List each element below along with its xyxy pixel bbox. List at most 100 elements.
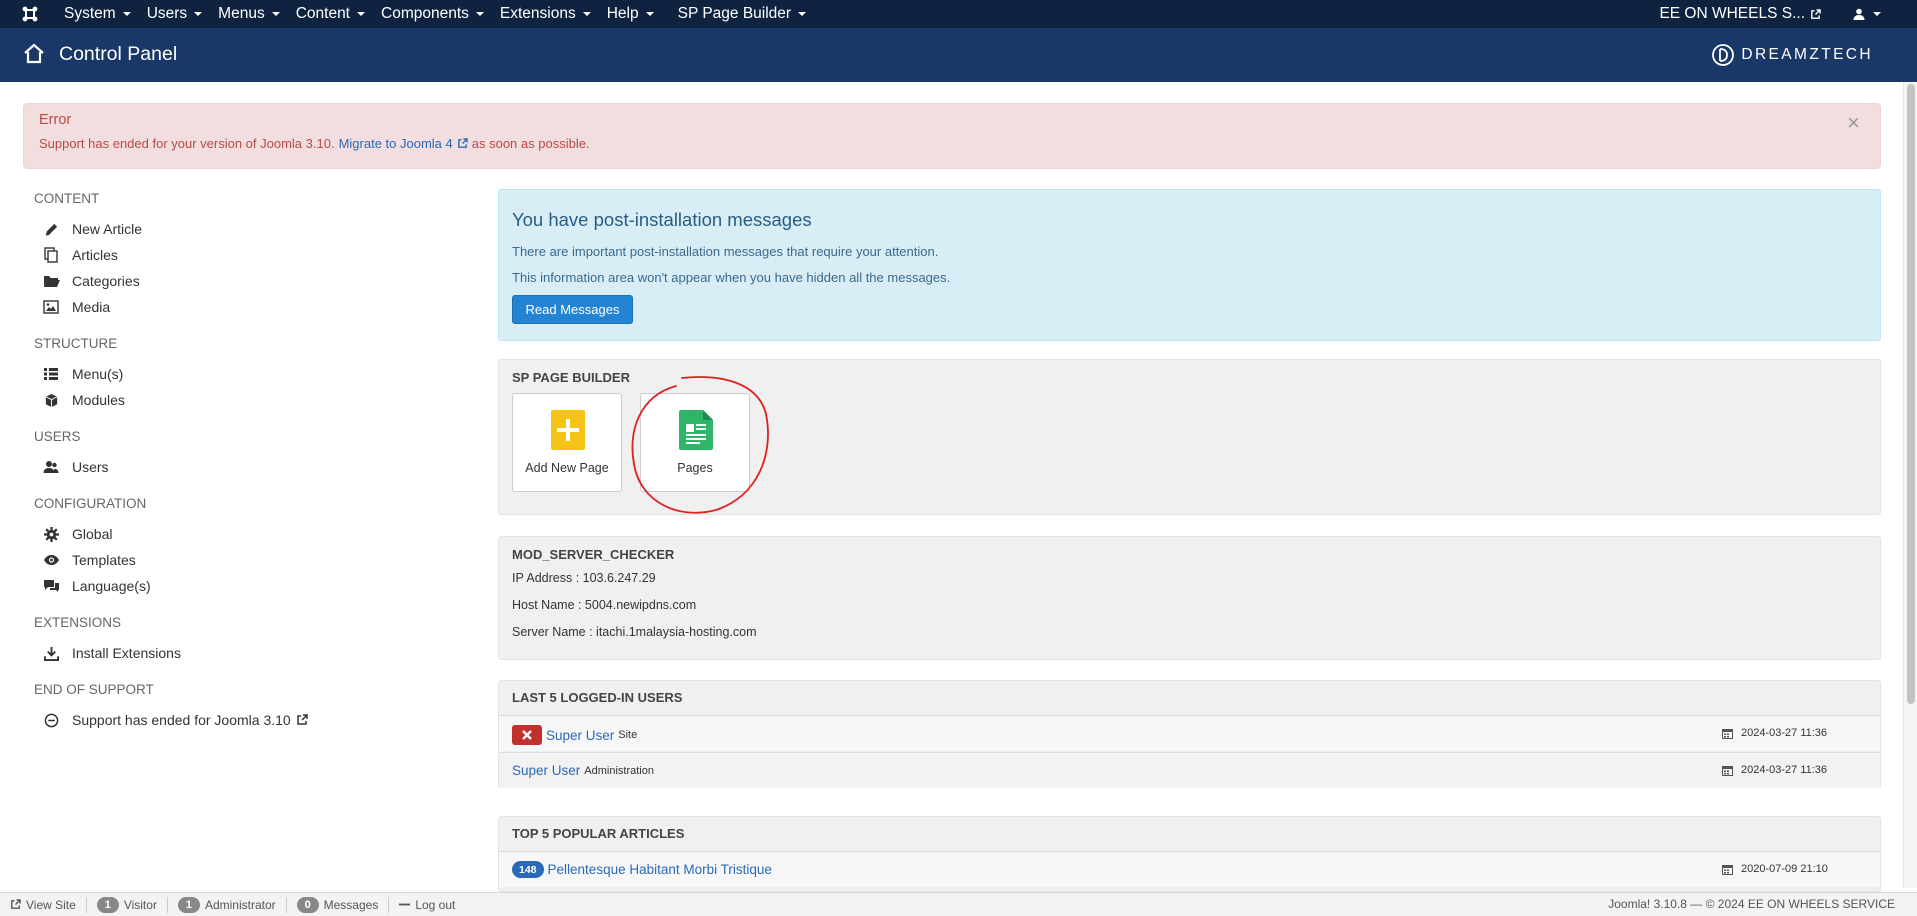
postinstall-title: You have post-installation messages — [512, 209, 812, 230]
alert-message-suffix: as soon as possible. — [471, 136, 590, 151]
calendar-icon — [1722, 765, 1733, 776]
site-link[interactable]: EE ON WHEELS S... — [1659, 5, 1853, 23]
server-checker-heading: MOD_SERVER_CHECKER — [512, 547, 675, 562]
table-row: Super User Site 2024-03-27 11:36 — [499, 715, 1880, 751]
close-icon[interactable]: × — [1847, 110, 1860, 136]
popular-articles-heading: TOP 5 POPULAR ARTICLES — [512, 826, 685, 841]
sp-page-builder-panel: SP PAGE BUILDER Add New Page Pages — [498, 359, 1881, 515]
pages-icon — [679, 410, 713, 450]
menu-label: Content — [295, 5, 350, 22]
sidebar-item-label: Modules — [72, 392, 125, 408]
user-menu[interactable] — [1853, 8, 1917, 20]
postinstall-note: This information area won't appear when … — [512, 270, 951, 285]
sidebar-item-label: Install Extensions — [72, 645, 181, 661]
server-name: Server Name : itachi.1malaysia-hosting.c… — [512, 625, 757, 639]
caret-down-icon — [194, 12, 203, 16]
admin-label: Administrator — [204, 897, 276, 912]
alert-title: Error — [39, 112, 72, 128]
scrollbar-thumb[interactable] — [1907, 84, 1915, 704]
eye-icon — [42, 552, 60, 568]
row-date: 2024-03-27 11:36 — [1722, 727, 1827, 739]
main-menu: System Users Menus Content Components Ex… — [60, 0, 818, 28]
menu-sp-page-builder[interactable]: SP Page Builder — [674, 5, 818, 23]
logout-label: Log out — [415, 897, 456, 912]
view-site-label: View Site — [26, 897, 76, 912]
sidebar-item-label: Language(s) — [72, 578, 151, 594]
sidebar-item-articles[interactable]: Articles — [42, 247, 118, 263]
menu-menus[interactable]: Menus — [214, 5, 292, 23]
page-header: Control Panel DREAMZTECH — [0, 28, 1917, 82]
sidebar-item-media[interactable]: Media — [42, 299, 110, 315]
sidebar-item-templates[interactable]: Templates — [42, 552, 136, 568]
sidebar-item-label: Articles — [72, 247, 118, 263]
logout-link[interactable]: Log out — [389, 897, 465, 913]
sidebar-item-menus[interactable]: Menu(s) — [42, 366, 123, 382]
visitor-count-badge: 1 — [96, 896, 119, 913]
vertical-scrollbar[interactable] — [1903, 82, 1917, 888]
sidebar-item-end-of-support[interactable]: Support has ended for Joomla 3.10 — [42, 712, 308, 728]
visitors-status[interactable]: 1 Visitor — [87, 896, 168, 913]
calendar-icon — [1722, 728, 1733, 739]
menu-label: Extensions — [499, 5, 576, 22]
administrators-status[interactable]: 1 Administrator — [168, 896, 287, 913]
sidebar-heading-extensions: EXTENSIONS — [34, 615, 122, 630]
sidebar-heading-configuration: CONFIGURATION — [34, 496, 147, 511]
external-link-icon — [457, 138, 468, 148]
logged-in-users-panel: LAST 5 LOGGED-IN USERS Super User Site 2… — [498, 680, 1881, 788]
user-link[interactable]: Super User — [512, 763, 580, 778]
menu-users[interactable]: Users — [143, 5, 214, 23]
user-icon — [1853, 8, 1865, 20]
sidebar-item-global[interactable]: Global — [42, 526, 112, 542]
user-link[interactable]: Super User — [546, 728, 614, 743]
menu-help[interactable]: Help — [603, 5, 674, 23]
sidebar-item-new-article[interactable]: New Article — [42, 221, 142, 237]
table-row: 148 Pellentesque Habitant Morbi Tristiqu… — [499, 851, 1880, 887]
sidebar-item-languages[interactable]: Language(s) — [42, 578, 151, 594]
sidebar-heading-content: CONTENT — [34, 191, 100, 206]
sidebar-item-users[interactable]: Users — [42, 459, 109, 475]
external-link-icon — [1811, 8, 1821, 19]
menu-label: Help — [606, 5, 639, 22]
sidebar-item-label: Categories — [72, 273, 140, 289]
folder-open-icon — [42, 273, 60, 289]
migrate-link[interactable]: Migrate to Joomla 4 — [339, 136, 468, 151]
ip-address: IP Address : 103.6.247.29 — [512, 571, 656, 585]
pages-button[interactable]: Pages — [640, 393, 750, 492]
sidebar-item-install-extensions[interactable]: Install Extensions — [42, 645, 181, 661]
download-icon — [42, 645, 60, 661]
cube-icon — [42, 392, 60, 408]
menu-label: Users — [146, 5, 188, 22]
menu-content[interactable]: Content — [292, 5, 377, 23]
login-location: Administration — [584, 764, 654, 777]
calendar-icon — [1722, 864, 1733, 875]
menu-extensions[interactable]: Extensions — [496, 5, 603, 23]
minus-circle-icon — [42, 712, 60, 728]
read-messages-button[interactable]: Read Messages — [512, 295, 633, 324]
login-date: 2024-03-27 11:36 — [1741, 727, 1828, 739]
caret-down-icon — [271, 12, 280, 16]
menu-components[interactable]: Components — [377, 5, 496, 23]
messages-label: Messages — [323, 897, 379, 912]
sidebar-item-label: Media — [72, 299, 111, 315]
add-new-page-button[interactable]: Add New Page — [512, 393, 622, 492]
sidebar-item-categories[interactable]: Categories — [42, 273, 140, 289]
joomla-logo-icon[interactable] — [0, 0, 60, 28]
image-icon — [42, 299, 60, 315]
menu-label: Menus — [218, 5, 265, 22]
caret-down-icon — [798, 12, 807, 16]
sidebar-item-modules[interactable]: Modules — [42, 392, 125, 408]
visitor-label: Visitor — [123, 897, 157, 912]
article-link[interactable]: Pellentesque Habitant Morbi Tristique — [548, 862, 772, 877]
home-icon — [24, 43, 44, 64]
list-icon — [42, 366, 60, 382]
sidebar-heading-users: USERS — [34, 429, 81, 444]
menu-system[interactable]: System — [60, 5, 143, 23]
messages-status[interactable]: 0 Messages — [287, 896, 390, 913]
brand-name: DREAMZTECH — [1741, 46, 1873, 63]
logout-user-button[interactable] — [512, 725, 542, 745]
caret-down-icon — [1873, 12, 1881, 16]
login-date: 2024-03-27 11:36 — [1741, 764, 1828, 776]
server-checker-panel: MOD_SERVER_CHECKER IP Address : 103.6.24… — [498, 536, 1881, 660]
page-title: Control Panel — [59, 43, 178, 65]
view-site-link[interactable]: View Site — [0, 896, 87, 913]
